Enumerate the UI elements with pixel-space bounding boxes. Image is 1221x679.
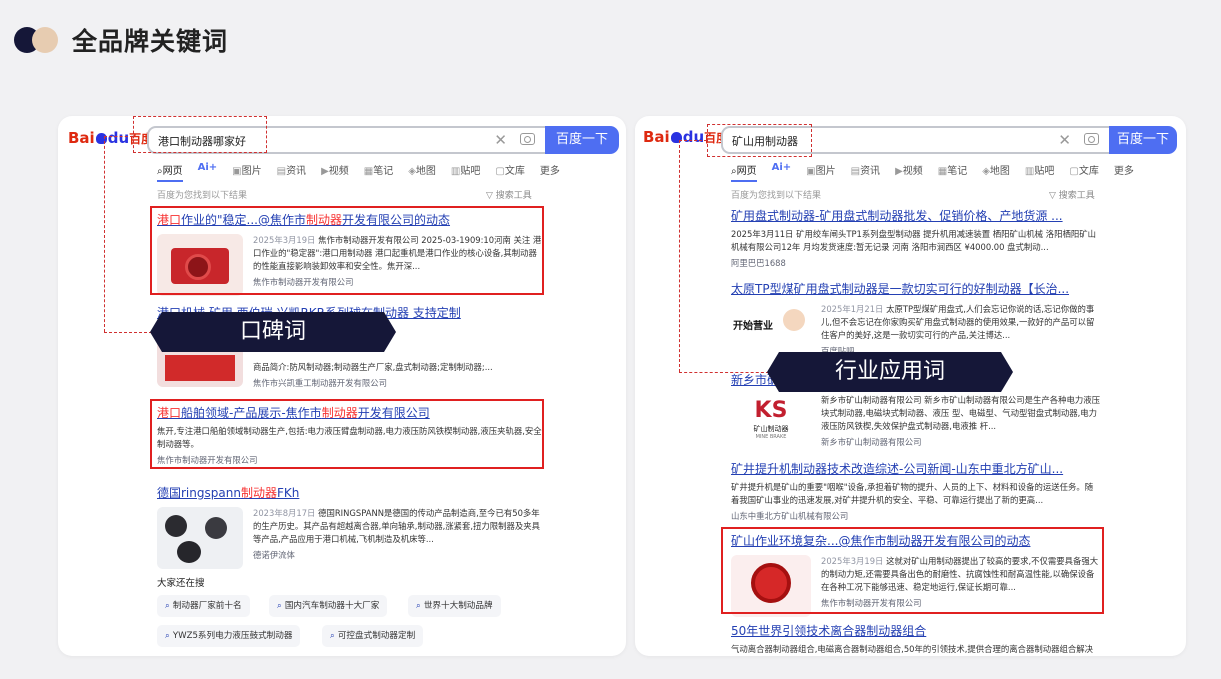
result-source[interactable]: 新乡市矿山制动器有限公司 xyxy=(821,436,1101,449)
tab-tieba[interactable]: ▥贴吧 xyxy=(451,162,480,182)
tab-wenku[interactable]: ▢文库 xyxy=(495,162,524,182)
result-snippet: 气动离合器制动器组合,电磁离合器制动器组合,50年的引领技术,提供合理的离合器制… xyxy=(731,644,1094,654)
tab-more[interactable]: 更多 xyxy=(1114,162,1134,182)
doc-icon: ▢ xyxy=(495,166,505,177)
result-item: 50年世界引领技术离合器制动器组合 气动离合器制动器组合,电磁离合器制动器组合,… xyxy=(731,622,1101,656)
result-title[interactable]: 50年世界引领技术离合器制动器组合 xyxy=(731,622,1101,639)
result-snippet: 矿井提升机是矿山的重要"咽喉"设备,承担着矿物的提升、人员的上下、材料和设备的运… xyxy=(731,482,1094,505)
keyword-dashed-frame xyxy=(707,124,812,157)
result-item: 矿用盘式制动器-矿用盘式制动器批发、促销价格、产地货源 ... 2025年3月1… xyxy=(731,207,1101,269)
tieba-icon: ▥ xyxy=(450,166,461,177)
result-snippet: 2023年8月17日 德国RINGSPANN是德国的传动产品制造商,至今已有50… xyxy=(253,508,542,562)
tab-map[interactable]: ◈地图 xyxy=(982,162,1010,182)
search-tabs: ⌕网页 Ai+ ▣图片 ▤资讯 ▶视频 ▦笔记 ◈地图 ▥贴吧 ▢文库 更多 xyxy=(157,162,575,182)
result-title[interactable]: 太原TP型煤矿用盘式制动器是一款切实可行的好制动器【长治... xyxy=(731,280,1101,297)
search-icon: ⌕ xyxy=(330,631,335,641)
video-icon: ▶ xyxy=(321,166,329,177)
tab-video[interactable]: ▶视频 xyxy=(895,162,923,182)
image-icon: ▣ xyxy=(806,166,816,177)
news-icon: ▤ xyxy=(276,166,287,177)
search-icon: ⌕ xyxy=(165,631,170,641)
news-icon: ▤ xyxy=(850,166,861,177)
clear-icon[interactable]: ✕ xyxy=(1058,131,1071,149)
tab-notes[interactable]: ▦笔记 xyxy=(364,162,393,182)
tab-ai[interactable]: Ai+ xyxy=(198,162,218,182)
result-title[interactable]: 矿用盘式制动器-矿用盘式制动器批发、促销价格、产地货源 ... xyxy=(731,207,1101,224)
camera-icon[interactable] xyxy=(520,133,535,145)
tab-news[interactable]: ▤资讯 xyxy=(851,162,880,182)
related-search-chip[interactable]: ⌕ YWZ5系列电力液压鼓式制动器 xyxy=(157,625,301,647)
result-snippet: 2025年3月11日 矿用绞车闸头TP1系列盘型制动器 提升机用减速装置 栖阳矿… xyxy=(731,229,1096,252)
search-tools[interactable]: ▽ 搜索工具 xyxy=(486,188,532,201)
map-icon: ◈ xyxy=(982,166,990,177)
related-search-chip[interactable]: ⌕ 世界十大制动品牌 xyxy=(408,595,501,617)
search-icon: ⌕ xyxy=(416,601,421,611)
search-icon: ⌕ xyxy=(165,601,170,611)
tab-tieba[interactable]: ▥贴吧 xyxy=(1025,162,1054,182)
clear-icon[interactable]: ✕ xyxy=(494,131,507,149)
highlight-frame xyxy=(721,527,1104,614)
coupling-thumbnail[interactable] xyxy=(157,507,243,569)
tab-news[interactable]: ▤资讯 xyxy=(277,162,306,182)
video-icon: ▶ xyxy=(895,166,903,177)
connector-line xyxy=(679,140,707,141)
keyword-banner-left: 口碑词 xyxy=(150,312,396,352)
highlight-frame xyxy=(150,206,544,295)
map-icon: ◈ xyxy=(408,166,416,177)
result-source[interactable]: 德诺伊流体 xyxy=(253,549,542,562)
paw-icon xyxy=(95,133,107,144)
related-search-chip[interactable]: ⌕ 国内汽车制动器十大厂家 xyxy=(269,595,388,617)
camera-icon[interactable] xyxy=(1084,133,1099,145)
connector-line xyxy=(104,136,105,332)
result-title[interactable]: 德国ringspann制动器FKh xyxy=(157,484,542,501)
result-title[interactable]: 矿井提升机制动器技术改造综述-公司新闻-山东中重北方矿山... xyxy=(731,460,1101,477)
related-search-chip[interactable]: ⌕ 制动器厂家前十名 xyxy=(157,595,250,617)
page-title: 全品牌关键词 xyxy=(72,27,229,56)
result-item: 矿井提升机制动器技术改造综述-公司新闻-山东中重北方矿山... 矿井提升机是矿山… xyxy=(731,460,1101,522)
connector-line xyxy=(104,332,152,333)
tab-web[interactable]: ⌕网页 xyxy=(731,162,757,182)
search-button[interactable]: 百度一下 xyxy=(1109,126,1177,154)
ks-logo-thumbnail[interactable]: KS 矿山制动器 MINE BRAKE xyxy=(731,394,811,450)
result-hint: 百度为您找到以下结果 xyxy=(157,191,248,201)
paw-icon xyxy=(670,132,682,143)
result-source[interactable]: 阿里巴巴1688 xyxy=(731,257,1101,269)
highlight-frame xyxy=(150,399,544,469)
image-icon: ▣ xyxy=(232,166,242,177)
tab-notes[interactable]: ▦笔记 xyxy=(938,162,967,182)
keyword-banner-right: 行业应用词 xyxy=(767,352,1013,392)
tab-wenku[interactable]: ▢文库 xyxy=(1069,162,1098,182)
tieba-icon: ▥ xyxy=(1024,166,1035,177)
left-search-panel: Bai du百度 港口制动器哪家好 ✕ 百度一下 ⌕网页 Ai+ ▣图片 ▤资讯 … xyxy=(58,116,626,656)
note-icon: ▦ xyxy=(937,166,948,177)
tab-more[interactable]: 更多 xyxy=(540,162,560,182)
tab-images[interactable]: ▣图片 xyxy=(806,162,835,182)
tab-images[interactable]: ▣图片 xyxy=(232,162,261,182)
result-source[interactable]: 焦作市兴凯重工制动器开发有限公司 xyxy=(253,377,493,390)
result-hint: 百度为您找到以下结果 xyxy=(731,191,822,201)
connector-line xyxy=(104,136,133,137)
result-source[interactable]: 山东中重北方矿山机械有限公司 xyxy=(731,510,1101,522)
tab-web[interactable]: ⌕网页 xyxy=(157,162,183,182)
note-icon: ▦ xyxy=(363,166,374,177)
tab-map[interactable]: ◈地图 xyxy=(408,162,436,182)
search-icon: ⌕ xyxy=(277,601,282,611)
search-tabs: ⌕网页 Ai+ ▣图片 ▤资讯 ▶视频 ▦笔记 ◈地图 ▥贴吧 ▢文库 更多 xyxy=(731,162,1149,182)
doc-icon: ▢ xyxy=(1069,166,1079,177)
result-snippet: 新乡市矿山制动器有限公司 新乡市矿山制动器有限公司是生产各种电力液压块式制动器,… xyxy=(821,395,1101,449)
related-searches-title: 大家还在搜 xyxy=(157,578,205,589)
tab-video[interactable]: ▶视频 xyxy=(321,162,349,182)
connector-line xyxy=(679,372,769,373)
keyword-dashed-frame xyxy=(133,116,267,153)
result-item: 德国ringspann制动器FKh 2023年8月17日 德国RINGSPANN… xyxy=(157,484,542,569)
connector-line xyxy=(679,140,680,372)
tab-ai[interactable]: Ai+ xyxy=(772,162,792,182)
page-header: 全品牌关键词 xyxy=(14,22,228,58)
search-tools[interactable]: ▽ 搜索工具 xyxy=(1049,188,1095,201)
beige-dot-icon xyxy=(32,27,58,53)
search-button[interactable]: 百度一下 xyxy=(545,126,619,154)
related-search-chip[interactable]: ⌕ 可控盘式制动器定制 xyxy=(322,625,424,647)
